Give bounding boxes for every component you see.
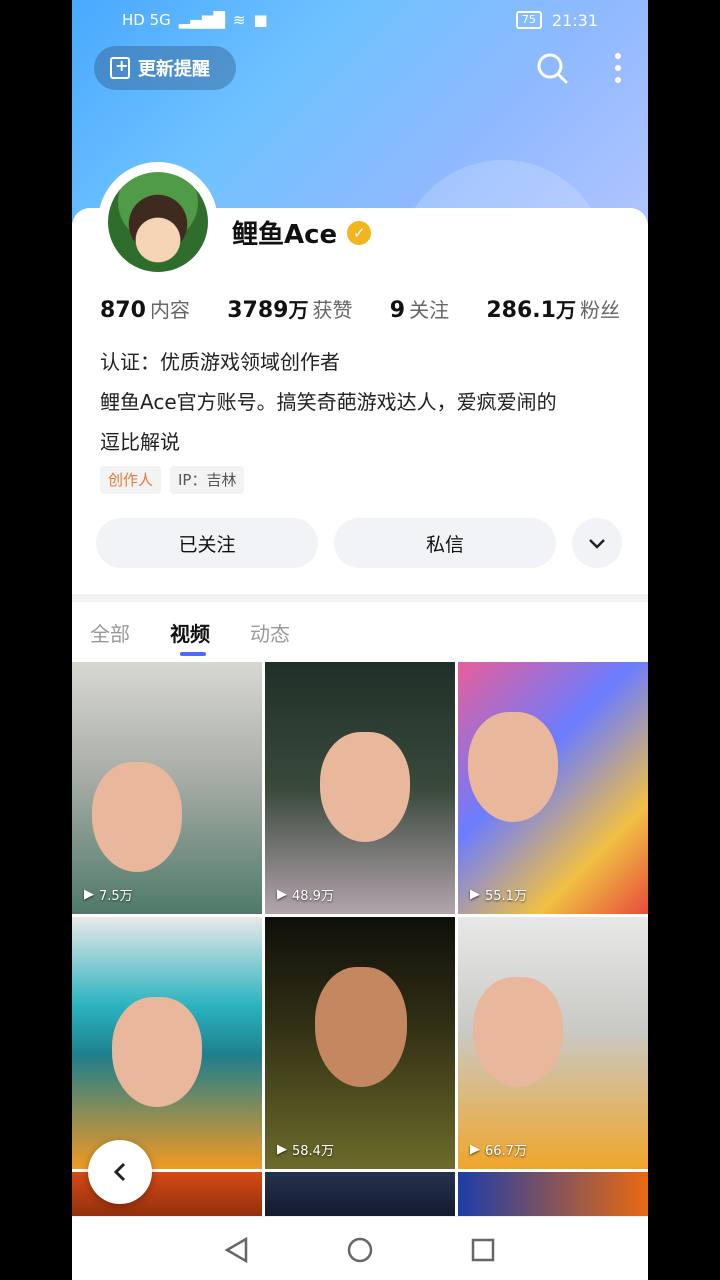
message-button[interactable]: 私信 — [334, 518, 556, 568]
avatar[interactable] — [102, 166, 214, 278]
thumbnail-face — [468, 712, 558, 822]
back-triangle-icon[interactable] — [224, 1237, 250, 1263]
thumbnail-face — [315, 967, 407, 1087]
thumbnail-face — [320, 732, 410, 842]
home-circle-icon[interactable] — [347, 1237, 373, 1263]
followed-button[interactable]: 已关注 — [96, 518, 318, 568]
video-thumbnail[interactable]: ▶ 58.4万 — [265, 917, 455, 1169]
signal-icon: ▂▄▆█ — [178, 11, 225, 29]
avatar-image — [108, 172, 208, 272]
stat-following[interactable]: 9 关注 — [390, 294, 449, 323]
view-count: ▶ 48.9万 — [277, 887, 334, 904]
update-reminder-label: 更新提醒 — [138, 59, 210, 80]
video-thumbnail[interactable] — [265, 1172, 455, 1222]
video-thumbnail[interactable]: ▶ 55.1万 — [458, 662, 648, 914]
ip-location-tag: IP：吉林 — [170, 466, 245, 494]
profile-name: 鲤鱼Ace ✓ — [232, 214, 372, 251]
status-right: 75 21:31 — [515, 10, 598, 30]
back-button[interactable] — [88, 1140, 152, 1204]
status-left: HD 5G ▂▄▆█ ≋ ■ — [122, 11, 268, 29]
bio-line-2: 逗比解说 — [100, 430, 180, 454]
thumbnail-face — [92, 762, 182, 872]
chevron-left-icon — [113, 1162, 126, 1182]
recent-apps-square-icon[interactable] — [470, 1237, 496, 1263]
play-icon: ▶ — [470, 1142, 480, 1157]
profile-name-text: 鲤鱼Ace — [232, 220, 338, 250]
tab-all[interactable]: 全部 — [90, 618, 130, 647]
creator-tag[interactable]: 创作人 — [100, 466, 162, 494]
video-thumbnail[interactable]: ▶ 48.9万 — [265, 662, 455, 914]
profile-screen: HD 5G ▂▄▆█ ≋ ■ 75 21:31 更新提醒 鲤鱼Ace ✓ 870… — [72, 0, 648, 1280]
battery-indicator: 75 — [515, 11, 542, 29]
update-reminder-button[interactable]: 更新提醒 — [94, 46, 236, 90]
bio-line-1: 鲤鱼Ace官方账号。搞笑奇葩游戏达人，爱疯爱闹的 — [100, 390, 557, 414]
play-icon: ▶ — [277, 1142, 287, 1157]
video-thumbnail[interactable]: ▶ 7.5万 — [72, 662, 262, 914]
wifi-icon: ≋ — [232, 11, 246, 29]
play-icon: ▶ — [277, 887, 287, 902]
verified-badge-icon: ✓ — [347, 220, 372, 245]
bookmark-plus-icon — [110, 56, 130, 79]
more-options-icon[interactable] — [606, 50, 630, 86]
system-navigation-bar — [72, 1216, 648, 1280]
play-icon: ▶ — [84, 887, 94, 902]
video-thumbnail[interactable] — [72, 917, 262, 1169]
chevron-down-icon — [589, 539, 605, 549]
tab-posts[interactable]: 动态 — [250, 618, 290, 647]
search-icon[interactable] — [534, 50, 570, 86]
certification-text: 认证：优质游戏领域创作者 — [100, 350, 340, 374]
view-count: ▶ 7.5万 — [84, 887, 133, 904]
stat-followers[interactable]: 286.1万 粉丝 — [486, 294, 620, 323]
view-count: ▶ 55.1万 — [470, 887, 527, 904]
clock: 21:31 — [551, 10, 598, 30]
play-icon: ▶ — [470, 887, 480, 902]
active-tab-indicator — [180, 652, 206, 656]
thumbnail-face — [112, 997, 202, 1107]
video-thumbnail[interactable] — [458, 1172, 648, 1222]
tab-videos[interactable]: 视频 — [170, 618, 210, 647]
video-grid: ▶ 7.5万 ▶ 48.9万 ▶ 55.1万 ▶ 58.4万 ▶ 66.7万 — [72, 662, 648, 1222]
content-tabs: 全部 视频 动态 — [72, 614, 648, 658]
view-count: ▶ 66.7万 — [470, 1142, 527, 1159]
thumbnail-face — [473, 977, 563, 1087]
video-icon: ■ — [253, 11, 268, 29]
stat-likes[interactable]: 3789万 获赞 — [227, 294, 352, 323]
profile-stats: 870 内容 3789万 获赞 9 关注 286.1万 粉丝 — [100, 294, 620, 323]
video-thumbnail[interactable]: ▶ 66.7万 — [458, 917, 648, 1169]
network-indicator: HD 5G — [122, 11, 171, 29]
expand-button[interactable] — [572, 518, 622, 568]
status-bar: HD 5G ▂▄▆█ ≋ ■ 75 21:31 — [72, 6, 648, 34]
view-count: ▶ 58.4万 — [277, 1142, 334, 1159]
stat-content[interactable]: 870 内容 — [100, 294, 190, 323]
section-divider — [72, 594, 648, 602]
